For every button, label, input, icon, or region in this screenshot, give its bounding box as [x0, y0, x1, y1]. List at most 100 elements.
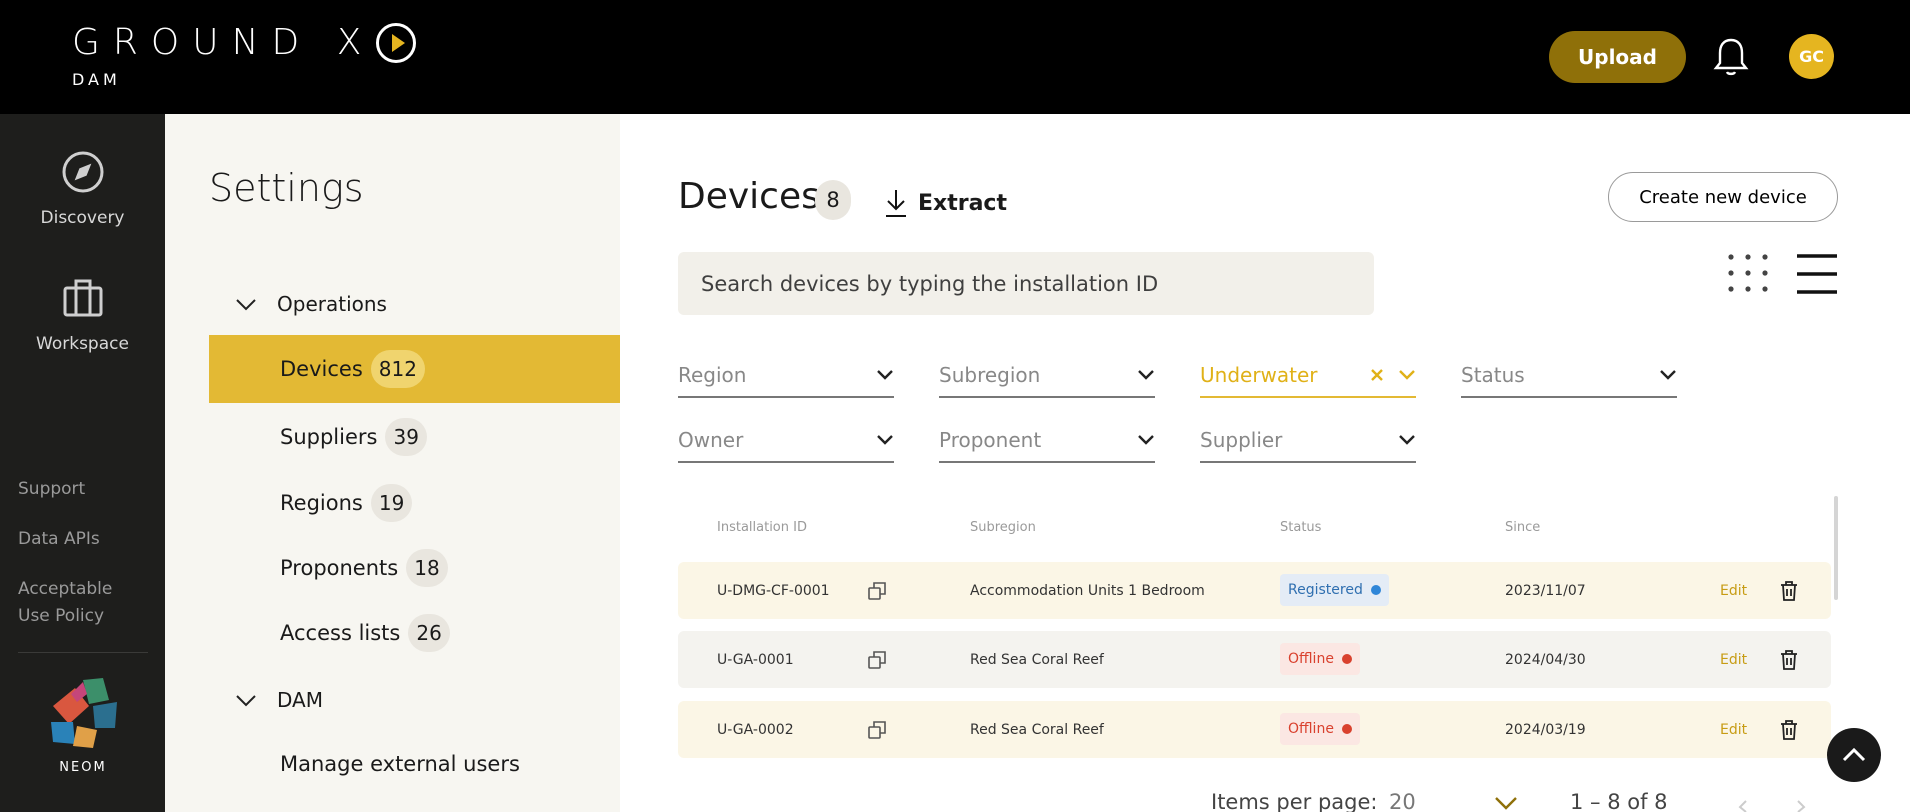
chevron-down-icon — [236, 299, 256, 311]
rail-item-workspace[interactable]: Workspace — [0, 276, 165, 354]
upload-button[interactable]: Upload — [1549, 31, 1686, 83]
status-dot — [1341, 724, 1352, 734]
nav-item-label: Manage external users — [280, 752, 520, 776]
status-badge: Offline — [1280, 713, 1360, 745]
status-badge: Registered — [1280, 574, 1389, 606]
filter-label: Region — [678, 363, 747, 387]
since-date: 2024/03/19 — [1505, 721, 1586, 738]
rail-label-workspace: Workspace — [36, 334, 129, 354]
chevron-left-icon[interactable] — [1737, 800, 1749, 812]
clear-icon[interactable] — [1370, 368, 1384, 382]
chevron-down-icon — [1138, 370, 1154, 380]
table-row[interactable]: U-GA-0001 Red Sea Coral Reef Offline 202… — [678, 631, 1831, 688]
nav-item-label: Devices — [280, 357, 363, 381]
filter-proponent[interactable]: Proponent — [939, 419, 1155, 463]
edit-link[interactable]: Edit — [1720, 562, 1747, 619]
column-header-installation-id[interactable]: Installation ID — [717, 520, 807, 535]
column-header-since[interactable]: Since — [1505, 520, 1540, 535]
rail-label-discovery: Discovery — [40, 208, 125, 228]
nav-item-label: Proponents — [280, 556, 399, 580]
column-header-status[interactable]: Status — [1280, 520, 1321, 535]
rail-item-discovery[interactable]: Discovery — [0, 150, 165, 228]
nav-group-label: Operations — [277, 292, 387, 316]
avatar[interactable]: GC — [1789, 34, 1834, 79]
edit-link[interactable]: Edit — [1720, 701, 1747, 758]
settings-panel: Settings Operations Devices 812 Supplier… — [165, 114, 620, 812]
nav-item-proponents[interactable]: Proponents 18 — [209, 534, 620, 602]
installation-id: U-DMG-CF-0001 — [717, 582, 830, 599]
status-label: Offline — [1288, 651, 1334, 667]
play-icon — [376, 23, 417, 63]
rail-divider — [18, 652, 148, 653]
count-badge: 26 — [408, 614, 450, 652]
nav-item-regions[interactable]: Regions 19 — [209, 469, 620, 537]
logo[interactable]: GROUND X DAM — [72, 22, 417, 89]
copy-icon[interactable] — [867, 650, 887, 670]
filter-underwater[interactable]: Underwater — [1200, 354, 1416, 398]
acceptable-use-policy-link[interactable]: Acceptable Use Policy — [18, 576, 148, 630]
table-row[interactable]: U-DMG-CF-0001 Accommodation Units 1 Bedr… — [678, 562, 1831, 619]
scroll-to-top-button[interactable] — [1827, 728, 1881, 782]
trash-icon[interactable] — [1779, 719, 1799, 741]
column-header-subregion[interactable]: Subregion — [970, 520, 1036, 535]
subregion: Red Sea Coral Reef — [970, 721, 1104, 738]
list-view-icon[interactable] — [1796, 253, 1838, 295]
items-per-page-value[interactable]: 20 — [1389, 790, 1416, 812]
chevron-down-icon — [1660, 370, 1676, 380]
nav-item-devices[interactable]: Devices 812 — [209, 335, 620, 403]
copy-icon[interactable] — [867, 720, 887, 740]
trash-icon[interactable] — [1779, 580, 1799, 602]
nav-group-dam[interactable]: DAM — [235, 688, 323, 712]
subregion: Accommodation Units 1 Bedroom — [970, 582, 1205, 599]
table-scrollbar[interactable] — [1834, 496, 1838, 600]
device-count-badge: 8 — [815, 180, 851, 220]
filter-subregion[interactable]: Subregion — [939, 354, 1155, 398]
items-per-page-label: Items per page: — [1211, 790, 1378, 812]
extract-button[interactable]: Extract — [884, 188, 1007, 218]
chevron-up-icon — [1842, 748, 1866, 762]
chevron-down-icon — [877, 370, 893, 380]
filter-region[interactable]: Region — [678, 354, 894, 398]
data-apis-link[interactable]: Data APIs — [18, 526, 148, 553]
neom-brand: NEOM — [38, 672, 128, 775]
count-badge: 39 — [385, 418, 427, 456]
filter-label: Underwater — [1200, 363, 1318, 387]
filter-label: Status — [1461, 363, 1525, 387]
nav-item-suppliers[interactable]: Suppliers 39 — [209, 403, 620, 471]
table-row[interactable]: U-GA-0002 Red Sea Coral Reef Offline 202… — [678, 701, 1831, 758]
chevron-right-icon[interactable] — [1795, 800, 1807, 812]
grid-view-icon[interactable] — [1726, 252, 1770, 294]
count-badge: 812 — [370, 350, 425, 388]
nav-item-access-lists[interactable]: Access lists 26 — [209, 599, 620, 667]
filter-status[interactable]: Status — [1461, 354, 1677, 398]
nav-item-manage-external-users[interactable]: Manage external users — [209, 730, 620, 798]
chevron-down-icon[interactable] — [1494, 796, 1518, 810]
support-link[interactable]: Support — [18, 476, 148, 503]
nav-group-operations[interactable]: Operations — [235, 292, 387, 316]
logo-text: GROUND X — [72, 22, 375, 63]
filter-owner[interactable]: Owner — [678, 419, 894, 463]
edit-link[interactable]: Edit — [1720, 631, 1747, 688]
download-icon — [886, 190, 906, 217]
pagination-range: 1 – 8 of 8 — [1570, 790, 1668, 812]
filter-supplier[interactable]: Supplier — [1200, 419, 1416, 463]
bell-icon[interactable] — [1713, 36, 1749, 76]
filter-label: Supplier — [1200, 428, 1283, 452]
logo-subtitle: DAM — [72, 70, 121, 89]
status-label: Registered — [1288, 582, 1363, 598]
since-date: 2024/04/30 — [1505, 651, 1586, 668]
neom-label: NEOM — [59, 760, 107, 775]
count-badge: 19 — [370, 484, 413, 522]
briefcase-icon — [63, 279, 102, 317]
filter-label: Proponent — [939, 428, 1042, 452]
filter-label: Subregion — [939, 363, 1041, 387]
chevron-down-icon — [1399, 435, 1415, 445]
create-device-button[interactable]: Create new device — [1608, 172, 1838, 222]
trash-icon[interactable] — [1779, 649, 1799, 671]
copy-icon[interactable] — [867, 581, 887, 601]
status-dot — [1341, 654, 1352, 664]
search-input[interactable] — [678, 252, 1374, 315]
chevron-down-icon — [877, 435, 893, 445]
nav-item-label: Regions — [280, 491, 363, 515]
nav-item-label: Suppliers — [280, 425, 378, 449]
